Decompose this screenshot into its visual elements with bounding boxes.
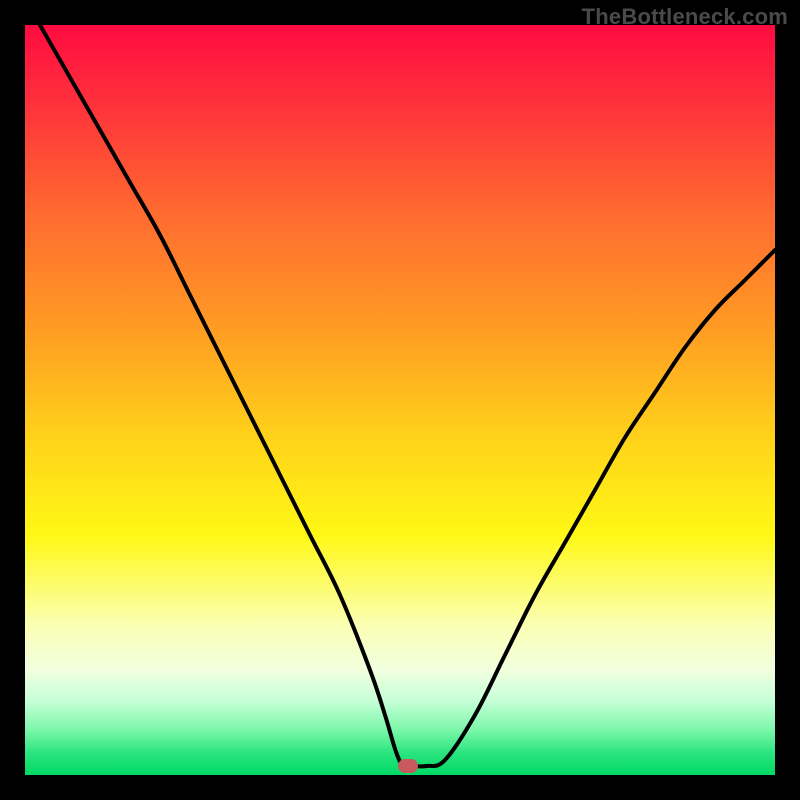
watermark-text: TheBottleneck.com: [582, 4, 788, 30]
gradient-rect: [25, 25, 775, 775]
optimal-marker: [398, 759, 418, 773]
chart-svg: [25, 25, 775, 775]
chart-frame: TheBottleneck.com: [0, 0, 800, 800]
plot-area: [25, 25, 775, 775]
